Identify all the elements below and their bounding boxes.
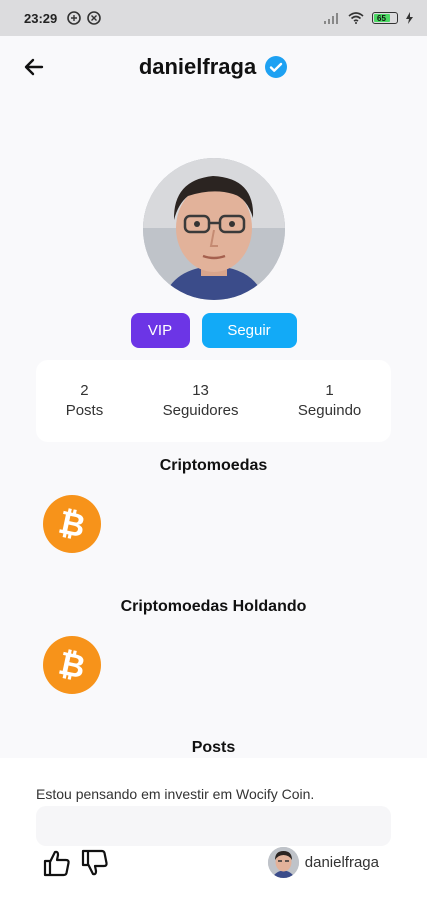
stat-label: Seguindo (297, 402, 362, 419)
section-title-posts: Posts (191, 739, 236, 756)
arrow-left-icon[interactable] (20, 53, 48, 81)
post-body-area (36, 806, 391, 846)
verified-badge-icon (265, 56, 288, 78)
page-title: danielfraga (138, 54, 257, 79)
vip-button[interactable]: VIP (130, 313, 190, 348)
follow-button[interactable]: Seguir (201, 313, 297, 348)
stat-value: 1 (325, 382, 334, 399)
avatar (267, 847, 299, 878)
status-left: 23:29 (24, 10, 102, 26)
post-text: Estou pensando em investir em Wocify Coi… (36, 786, 315, 802)
author-name: danielfraga (304, 854, 379, 871)
post-card: Estou pensando em investir em Wocify Coi… (0, 758, 427, 900)
avatar-photo (143, 158, 285, 300)
bitcoin-icon[interactable]: ₿ (43, 636, 101, 694)
profile-actions: VIP Seguir (0, 313, 427, 348)
status-right: 65 (324, 12, 413, 24)
battery-icon: 65 (372, 12, 398, 24)
section-title-crypto: Criptomoedas (159, 457, 268, 474)
stat-posts[interactable]: 2 Posts (66, 381, 104, 421)
stat-following[interactable]: 1 Seguindo (298, 381, 361, 421)
profile-avatar (143, 158, 285, 300)
notification-icon (67, 11, 82, 25)
notification-icon (87, 11, 102, 25)
header-title-group: danielfraga (139, 54, 288, 80)
stat-value: 2 (80, 382, 89, 399)
status-bar: 23:29 65 (0, 0, 427, 36)
signal-icon (324, 13, 338, 24)
wifi-icon (348, 12, 364, 24)
charging-icon (406, 12, 413, 24)
section-title-holding: Criptomoedas Holdando (120, 598, 307, 615)
status-time: 23:29 (24, 10, 58, 26)
stat-followers[interactable]: 13 Seguidores (163, 381, 239, 421)
stats-card: 2 Posts 13 Seguidores 1 Seguindo (36, 360, 391, 442)
thumbs-down-icon[interactable] (80, 848, 110, 878)
stat-label: Seguidores (162, 402, 239, 419)
profile-header: danielfraga (0, 36, 427, 98)
bitcoin-icon[interactable]: ₿ (43, 495, 101, 553)
stat-value: 13 (192, 382, 209, 399)
thumbs-up-icon[interactable] (42, 848, 72, 878)
post-author[interactable]: danielfraga (267, 847, 379, 878)
stat-label: Posts (65, 402, 104, 419)
